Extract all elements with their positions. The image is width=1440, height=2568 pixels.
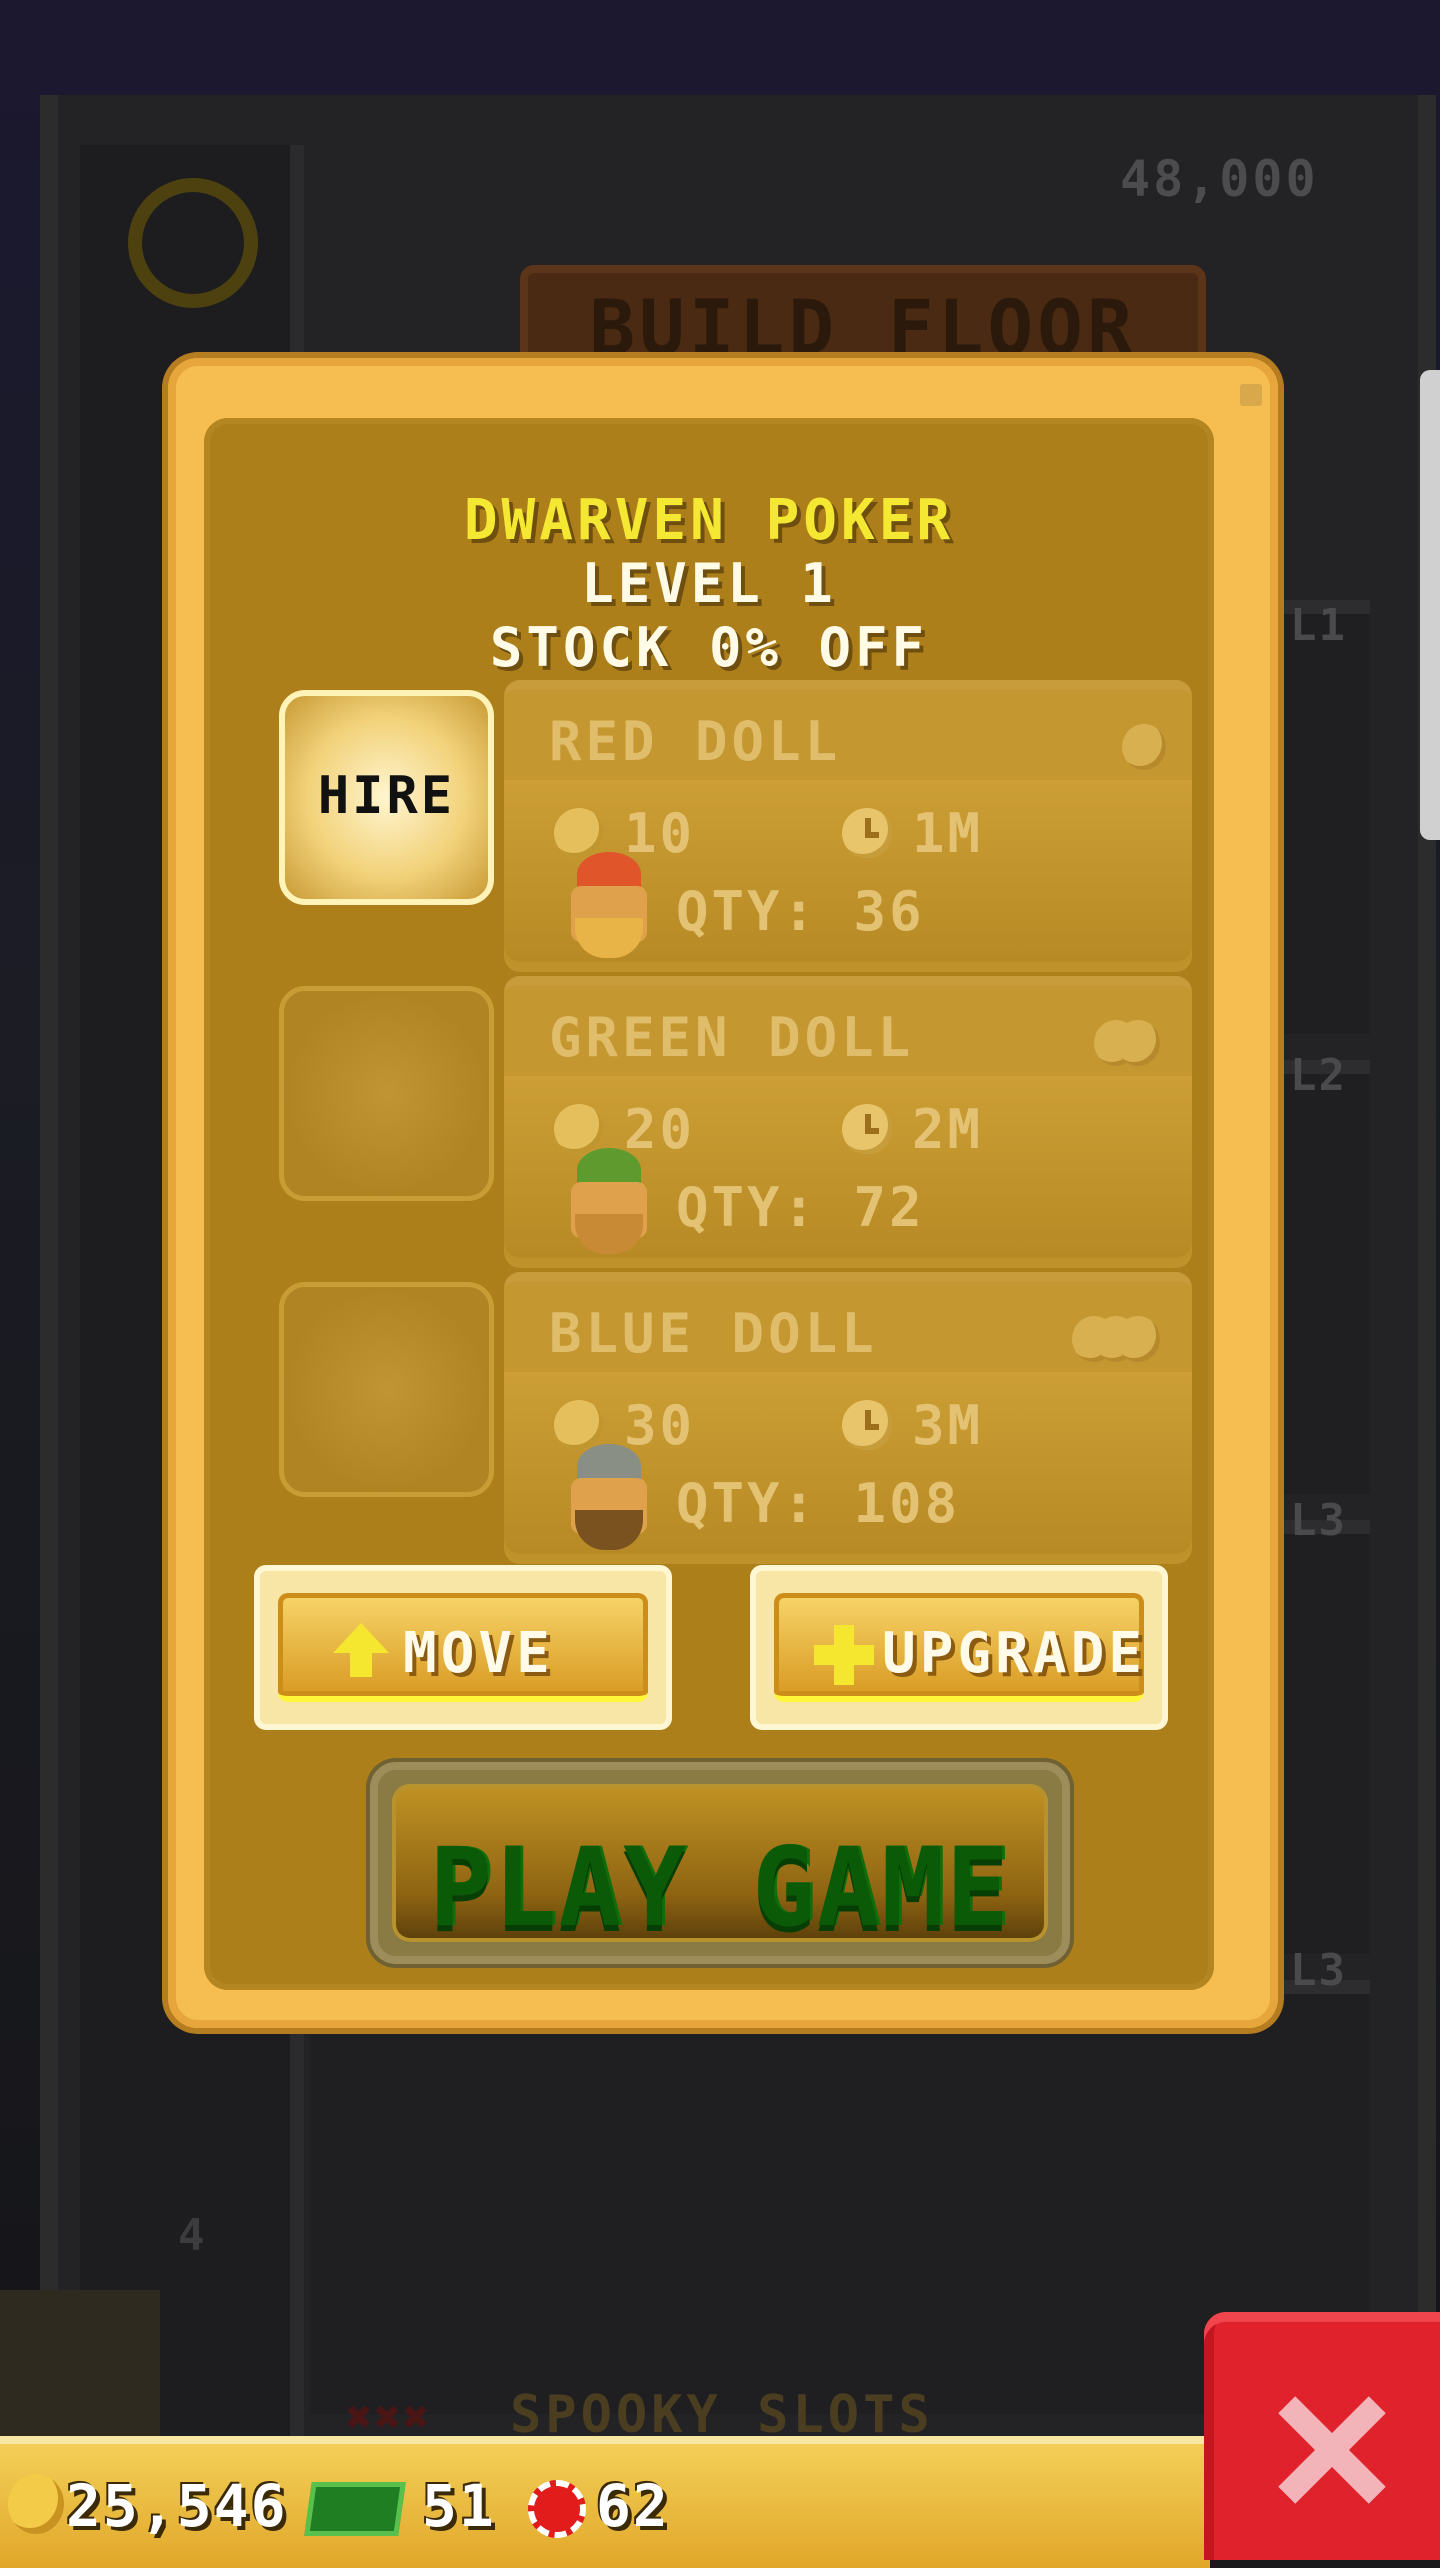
play-game-button[interactable]: PLAY GAME bbox=[370, 1762, 1070, 1964]
clock-icon bbox=[842, 808, 892, 858]
side-arrow-button[interactable] bbox=[0, 2290, 160, 2450]
upgrade-button-face: UPGRADE bbox=[774, 1593, 1144, 1702]
hire-button[interactable]: HIRE bbox=[279, 690, 494, 905]
move-label: MOVE bbox=[403, 1621, 554, 1686]
item-body: 30 3M QTY: 108 bbox=[504, 1372, 1192, 1554]
coin-balance: 25,546 bbox=[66, 2472, 288, 2540]
dwarven-poker-dialog: DWARVEN POKER LEVEL 1 STOCK 0% OFF HIRE … bbox=[168, 358, 1278, 2028]
build-floor-cost: 48,000 bbox=[1120, 150, 1319, 208]
coin-icon bbox=[554, 1400, 604, 1450]
floor-label: L2 bbox=[1290, 1050, 1347, 1101]
stock-item-blue-doll[interactable]: BLUE DOLL 30 3M QTY: 108 bbox=[504, 1272, 1192, 1564]
item-body: 20 2M QTY: 72 bbox=[504, 1076, 1192, 1258]
dialog-title: DWARVEN POKER bbox=[463, 488, 955, 553]
coin-icon bbox=[8, 2474, 64, 2534]
item-time: 1M bbox=[912, 802, 984, 865]
dialog-level: LEVEL 1 bbox=[581, 552, 837, 615]
play-game-label: PLAY GAME bbox=[429, 1822, 1011, 1952]
bux-balance: 51 bbox=[422, 2472, 496, 2540]
floor-label: L3 bbox=[1290, 1945, 1347, 1996]
close-icon bbox=[1276, 2394, 1386, 2504]
upgrade-label: UPGRADE bbox=[882, 1621, 1147, 1686]
dialog-stock-discount: STOCK 0% OFF bbox=[489, 616, 929, 679]
coin-stack-icon bbox=[1122, 724, 1166, 770]
dialog-panel: DWARVEN POKER LEVEL 1 STOCK 0% OFF HIRE … bbox=[204, 418, 1214, 1990]
coin-stack-icon bbox=[1072, 1316, 1160, 1362]
upgrade-button[interactable]: UPGRADE bbox=[750, 1565, 1168, 1730]
item-body: 10 1M QTY: 36 bbox=[504, 780, 1192, 962]
stock-item-red-doll[interactable]: RED DOLL 10 1M QTY: 36 bbox=[504, 680, 1192, 972]
cash-icon bbox=[304, 2482, 406, 2536]
move-button[interactable]: MOVE bbox=[254, 1565, 672, 1730]
hire-label: HIRE bbox=[317, 766, 456, 826]
item-quantity: QTY: 72 bbox=[676, 1176, 925, 1239]
green-doll-icon bbox=[559, 1148, 659, 1258]
side-scroll-tab[interactable] bbox=[1420, 370, 1440, 840]
clock-icon bbox=[842, 1400, 892, 1450]
modal-corner-dot bbox=[1240, 384, 1262, 406]
item-name: GREEN DOLL bbox=[549, 1006, 915, 1069]
close-button[interactable] bbox=[1204, 2312, 1440, 2560]
item-time: 2M bbox=[912, 1098, 984, 1161]
arrow-up-icon bbox=[333, 1623, 389, 1679]
clock-icon bbox=[842, 1104, 892, 1154]
item-name: RED DOLL bbox=[549, 710, 842, 773]
item-quantity: QTY: 108 bbox=[676, 1472, 961, 1535]
floor-label: L1 bbox=[1290, 600, 1347, 651]
item-time: 3M bbox=[912, 1394, 984, 1457]
red-doll-icon bbox=[559, 852, 659, 962]
worker-slot-empty[interactable] bbox=[279, 1282, 494, 1497]
elevator-floor-number: 4 bbox=[178, 2210, 205, 2261]
move-button-face: MOVE bbox=[278, 1593, 648, 1702]
coin-icon bbox=[554, 1104, 604, 1154]
bottom-currency-bar: 25,546 51 62 bbox=[0, 2436, 1210, 2568]
item-quantity: QTY: 36 bbox=[676, 880, 925, 943]
plus-icon bbox=[814, 1625, 874, 1685]
coin-icon bbox=[554, 808, 604, 858]
chip-icon bbox=[528, 2480, 586, 2538]
play-game-button-face: PLAY GAME bbox=[392, 1784, 1048, 1951]
item-name: BLUE DOLL bbox=[549, 1302, 878, 1365]
chip-balance: 62 bbox=[596, 2472, 670, 2540]
stock-item-green-doll[interactable]: GREEN DOLL 20 2M QTY: 72 bbox=[504, 976, 1192, 1268]
worker-slot-empty[interactable] bbox=[279, 986, 494, 1201]
floor-label: L3 bbox=[1290, 1495, 1347, 1546]
coin-stack-icon bbox=[1094, 1020, 1160, 1066]
blue-doll-icon bbox=[559, 1444, 659, 1554]
elevator-wheel-icon bbox=[128, 178, 258, 308]
